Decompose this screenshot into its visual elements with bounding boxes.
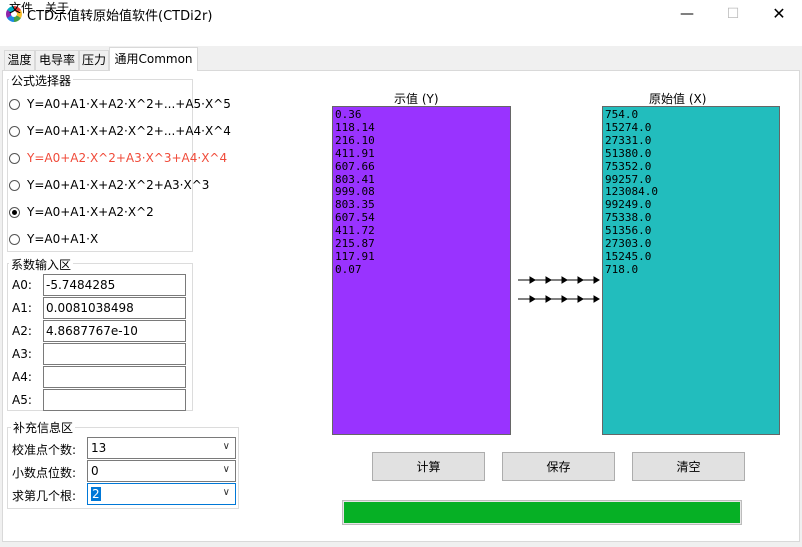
coefficient-input-title: 系数输入区 — [9, 256, 74, 273]
raw-value-item: 27331.0 — [605, 133, 652, 147]
radio-button[interactable] — [9, 125, 20, 137]
radio-button[interactable] — [9, 206, 20, 218]
supplement-label: 校准点个数: — [12, 443, 77, 457]
save-button[interactable]: 保存 — [502, 452, 615, 481]
display-value-list: 0.36 118.14 216.10 411.91 607.66 803.41 999.08… — [335, 108, 375, 277]
minimize-button[interactable]: — — [664, 0, 710, 27]
coefficient-label: A5: — [12, 393, 32, 407]
raw-value-item: 75352.0 — [605, 159, 652, 173]
tab-pressure[interactable]: 压力 — [79, 50, 109, 70]
formula-option-label: Y=A0+A1·X+A2·X^2+...+A5·X^5 — [27, 97, 231, 111]
display-value-item: 607.66 — [335, 159, 375, 173]
raw-value-textbox[interactable]: 754.0 15274.0 27331.0 51380.0 75352.0 99257.0… — [602, 106, 780, 435]
coefficient-input[interactable] — [43, 366, 186, 388]
raw-value-list: 754.0 15274.0 27331.0 51380.0 75352.0 99257.0… — [605, 108, 658, 277]
maximize-button[interactable]: ☐ — [710, 0, 756, 27]
supplement-select-value: 2 — [91, 487, 101, 501]
formula-option[interactable]: Y=A0+A1·X+A2·X^2+...+A4·X^4 — [9, 123, 231, 139]
supplement-select[interactable]: 2 ∨ — [87, 483, 236, 505]
tab-temperature[interactable]: 温度 — [4, 50, 35, 70]
display-value-item: 0.07 — [335, 262, 362, 276]
formula-option[interactable]: Y=A0+A1·X+A2·X^2+A3·X^3 — [9, 177, 209, 193]
supplement-label: 小数点位数: — [12, 466, 77, 480]
coefficient-label: A2: — [12, 324, 32, 338]
progress-fill — [344, 502, 740, 523]
raw-value-item: 718.0 — [605, 262, 639, 276]
coefficient-input[interactable]: 4.8687767e-10 — [43, 320, 186, 342]
radio-button[interactable] — [9, 233, 20, 245]
tab-conductivity[interactable]: 电导率 — [35, 50, 79, 70]
formula-option-label: Y=A0+A1·X — [27, 232, 99, 246]
supplement-info-title: 补充信息区 — [11, 419, 76, 436]
coefficient-label: A4: — [12, 370, 32, 384]
chevron-down-icon: ∨ — [222, 487, 230, 498]
formula-option-label: Y=A0+A2·X^2+A3·X^3+A4·X^4 — [27, 151, 228, 165]
formula-option[interactable]: Y=A0+A1·X — [9, 231, 98, 247]
formula-option[interactable]: Y=A0+A2·X^2+A3·X^3+A4·X^4 — [9, 150, 227, 166]
supplement-select[interactable]: 0 ∨ — [87, 460, 236, 482]
menu-file[interactable]: 文件 — [9, 0, 33, 19]
tab-common[interactable]: 通用Common — [109, 47, 198, 71]
display-value-item: 0.36 — [335, 108, 362, 121]
supplement-select-value: 0 — [91, 464, 99, 478]
supplement-label: 求第几个根: — [12, 489, 77, 503]
formula-option-label: Y=A0+A1·X+A2·X^2+...+A4·X^4 — [27, 124, 231, 138]
formula-option[interactable]: Y=A0+A1·X+A2·X^2+...+A5·X^5 — [9, 96, 231, 112]
progress-bar — [342, 500, 742, 525]
coefficient-input[interactable] — [43, 389, 186, 411]
display-value-item: 118.14 — [335, 120, 375, 134]
formula-option-label: Y=A0+A1·X+A2·X^2 — [27, 205, 154, 219]
raw-value-item: 754.0 — [605, 108, 639, 121]
calculate-button[interactable]: 计算 — [372, 452, 485, 481]
raw-value-item: 15274.0 — [605, 120, 652, 134]
radio-button[interactable] — [9, 98, 20, 110]
coefficient-input[interactable] — [43, 343, 186, 365]
formula-option-label: Y=A0+A1·X+A2·X^2+A3·X^3 — [27, 178, 210, 192]
coefficient-input[interactable]: 0.0081038498 — [43, 297, 186, 319]
supplement-select-value: 13 — [91, 441, 107, 455]
arrow-right-icon — [518, 275, 600, 285]
arrow-right-icon — [518, 294, 600, 304]
display-value-item: 216.10 — [335, 133, 375, 147]
display-value-textbox[interactable]: 0.36 118.14 216.10 411.91 607.66 803.41 999.08… — [332, 106, 511, 435]
close-button[interactable]: ✕ — [756, 0, 802, 27]
formula-selector-title: 公式选择器 — [9, 72, 74, 89]
display-value-item: 117.91 — [335, 249, 375, 263]
radio-button[interactable] — [9, 152, 20, 164]
supplement-select[interactable]: 13 ∨ — [87, 437, 236, 459]
radio-button[interactable] — [9, 179, 20, 191]
display-value-item: 411.91 — [335, 146, 375, 160]
display-value-header: 示值 (Y) — [394, 92, 439, 106]
raw-value-item: 15245.0 — [605, 249, 652, 263]
clear-button[interactable]: 清空 — [632, 452, 745, 481]
menu-about[interactable]: 关于 — [45, 0, 69, 19]
formula-option[interactable]: Y=A0+A1·X+A2·X^2 — [9, 204, 154, 220]
raw-value-header: 原始值 (X) — [649, 92, 707, 106]
raw-value-item: 51380.0 — [605, 146, 652, 160]
coefficient-label: A0: — [12, 278, 32, 292]
coefficient-label: A1: — [12, 301, 32, 315]
chevron-down-icon: ∨ — [222, 441, 230, 452]
menu-bar — [0, 27, 802, 46]
coefficient-label: A3: — [12, 347, 32, 361]
coefficient-input[interactable]: -5.7484285 — [43, 274, 186, 296]
chevron-down-icon: ∨ — [222, 464, 230, 475]
